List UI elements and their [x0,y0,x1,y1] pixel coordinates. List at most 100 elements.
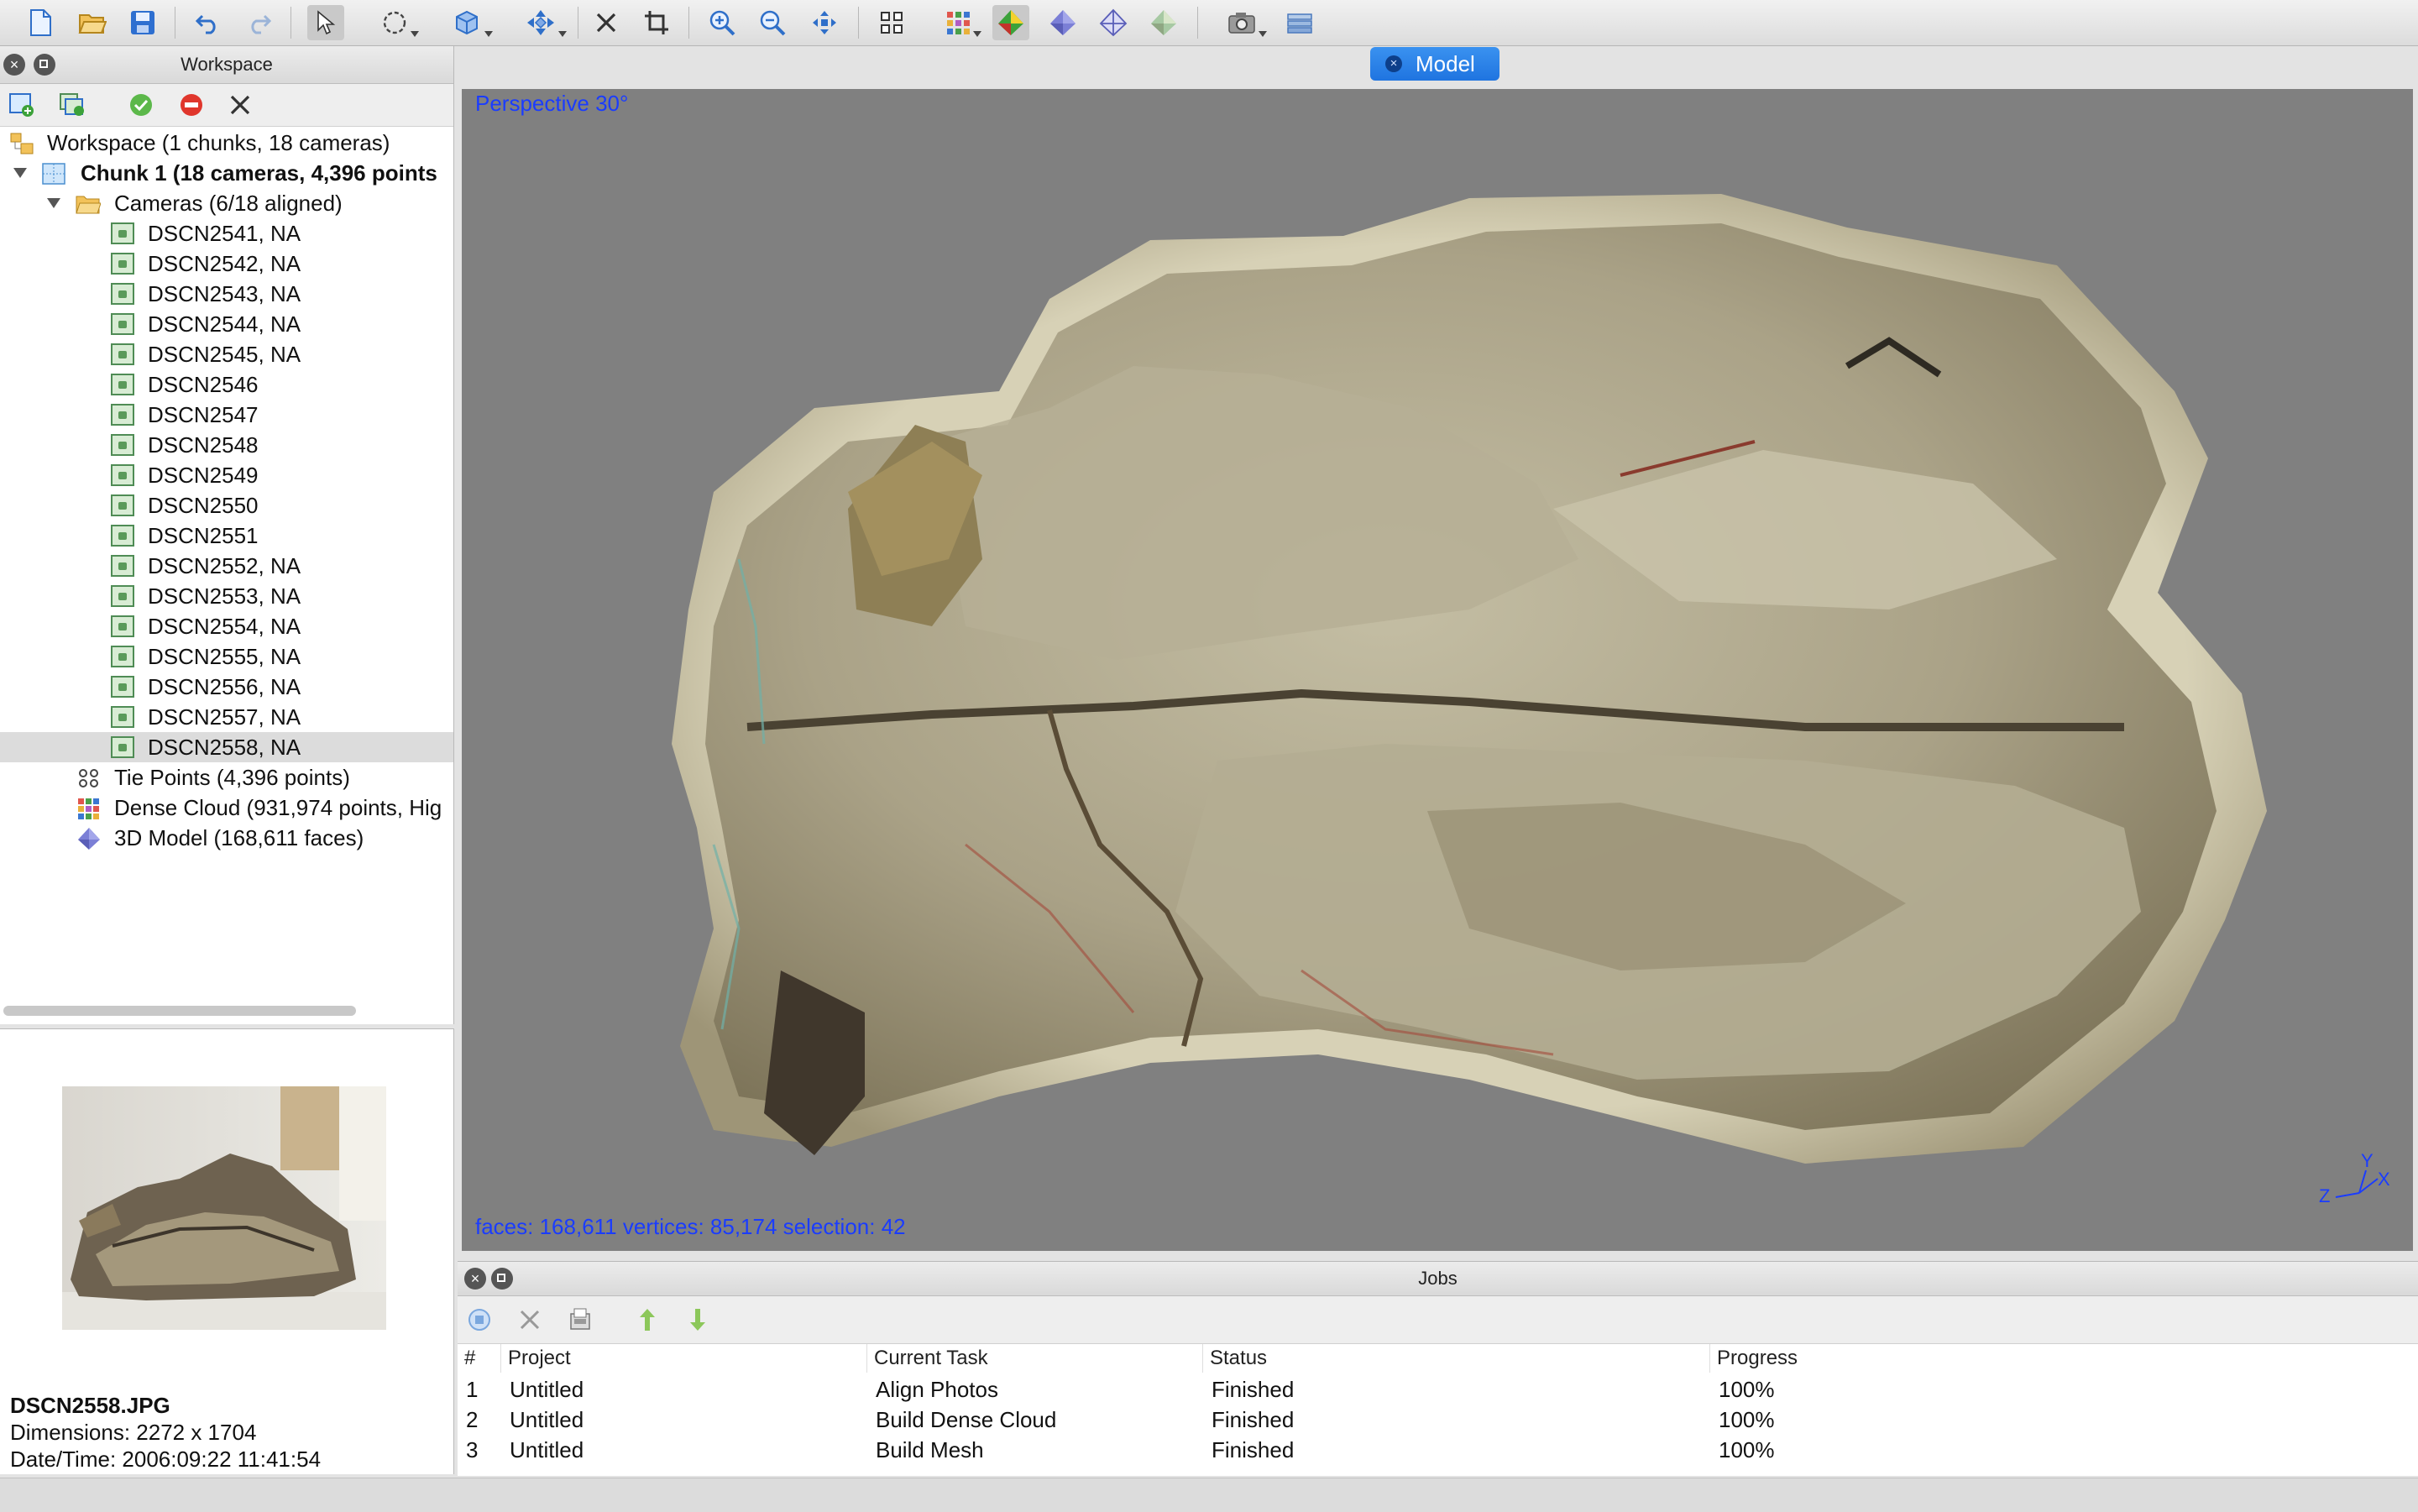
float-panel-icon[interactable] [491,1268,513,1290]
point-cloud-icon[interactable] [934,5,982,40]
camera-image-icon [111,343,134,365]
zoom-in-icon[interactable] [704,5,741,40]
move-object-icon[interactable] [514,5,568,40]
camera-label: DSCN2556, NA [148,674,301,699]
zoom-out-icon[interactable] [754,5,791,40]
close-icon[interactable]: × [464,1268,486,1290]
tree-item-camera[interactable]: DSCN2552, NA [0,551,453,581]
camera-label: DSCN2553, NA [148,583,301,609]
tree-item-camera[interactable]: DSCN2550 [0,490,453,521]
job-log-icon[interactable] [565,1305,595,1335]
jobs-panel: × Jobs # Project Current Task Status Pro… [458,1261,2418,1476]
show-cameras-icon[interactable] [873,5,910,40]
tree-item-camera[interactable]: DSCN2548 [0,430,453,460]
model-wireframe-icon[interactable] [1095,5,1132,40]
tree-item-dense-cloud[interactable]: Dense Cloud (931,974 points, Hig [0,793,453,823]
new-file-icon[interactable] [22,5,59,40]
tree-item-camera[interactable]: DSCN2549 [0,460,453,490]
pause-job-icon[interactable] [464,1305,495,1335]
delete-icon[interactable] [588,5,625,40]
model-viewport[interactable]: Perspective 30° faces: 168,611 vertices:… [462,89,2413,1251]
tab-model[interactable]: × Model [1370,47,1499,81]
rotate-selection-icon[interactable] [369,5,420,40]
tree-item-camera[interactable]: DSCN2546 [0,369,453,400]
model-shaded-icon[interactable] [992,5,1029,40]
model-textured-icon[interactable] [1145,5,1182,40]
tree-item-tie-points[interactable]: Tie Points (4,396 points) [0,762,453,793]
axis-z-label: Z [2319,1185,2331,1206]
undo-icon[interactable] [190,5,227,40]
open-folder-icon[interactable] [74,5,111,40]
tree-item-camera[interactable]: DSCN2551 [0,521,453,551]
tree-item-camera[interactable]: DSCN2557, NA [0,702,453,732]
column-header-current-task[interactable]: Current Task [867,1344,1203,1373]
job-number-cell: 2 [466,1407,479,1432]
job-progress-cell: 100% [1719,1377,1775,1402]
camera-image-icon [111,736,134,758]
add-chunk-icon[interactable] [7,91,37,119]
move-up-icon[interactable] [632,1305,662,1335]
axis-x-label: X [2378,1169,2390,1190]
tree-item-cameras[interactable]: Cameras (6/18 aligned) [0,188,453,218]
tree-item-camera[interactable]: DSCN2555, NA [0,641,453,672]
camera-label: DSCN2551 [148,523,259,548]
expand-arrow-icon[interactable] [47,198,60,208]
add-photos-icon[interactable] [57,91,87,119]
remove-item-icon[interactable] [225,91,255,119]
camera-label: DSCN2544, NA [148,311,301,337]
camera-label: DSCN2558, NA [148,735,301,760]
navigation-icon[interactable] [307,5,344,40]
tree-item-camera[interactable]: DSCN2541, NA [0,218,453,249]
tree-item-camera[interactable]: DSCN2542, NA [0,249,453,279]
column-header-status[interactable]: Status [1203,1344,1710,1373]
workspace-icon [10,132,34,154]
expand-arrow-icon[interactable] [13,168,27,178]
tree-item-camera[interactable]: DSCN2554, NA [0,611,453,641]
tree-item-camera[interactable]: DSCN2544, NA [0,309,453,339]
tree-item-camera[interactable]: DSCN2547 [0,400,453,430]
chunk-icon [42,162,65,185]
job-task-cell: Build Mesh [876,1437,984,1462]
model-solid-icon[interactable] [1044,5,1081,40]
redo-icon[interactable] [240,5,277,40]
tab-model-label: Model [1416,51,1475,76]
camera-image-icon [111,222,134,244]
tree-item-camera[interactable]: DSCN2545, NA [0,339,453,369]
camera-image-icon [111,555,134,577]
cancel-job-icon[interactable] [515,1305,545,1335]
model-stats: faces: 168,611 vertices: 85,174 selectio… [475,1214,906,1239]
job-status-cell: Finished [1212,1407,1295,1432]
close-tab-icon[interactable]: × [1385,55,1402,72]
tree-item-camera[interactable]: DSCN2553, NA [0,581,453,611]
float-panel-icon[interactable] [34,54,55,76]
column-header-progress[interactable]: Progress [1710,1344,2412,1373]
tree-item-workspace[interactable]: Workspace (1 chunks, 18 cameras) [0,128,453,158]
move-down-icon[interactable] [683,1305,713,1335]
camera-image-icon [111,525,134,547]
camera-image-icon [111,313,134,335]
camera-label: DSCN2550 [148,493,259,518]
crop-icon[interactable] [638,5,675,40]
ortho-icon[interactable] [1281,5,1318,40]
tree-item-camera[interactable]: DSCN2558, NA [0,732,453,762]
job-status-cell: Finished [1212,1437,1295,1462]
dense-cloud-icon [77,797,101,819]
save-icon[interactable] [124,5,161,40]
column-header-number[interactable]: # [458,1344,501,1373]
tree-item-camera[interactable]: DSCN2556, NA [0,672,453,702]
tree-item-3d-model[interactable]: 3D Model (168,611 faces) [0,823,453,853]
job-number-cell: 3 [466,1437,479,1462]
close-icon[interactable]: × [3,54,25,76]
enable-icon[interactable] [126,91,156,119]
tree-item-camera[interactable]: DSCN2543, NA [0,279,453,309]
capture-view-icon[interactable] [1216,5,1268,40]
tree-item-chunk[interactable]: Chunk 1 (18 cameras, 4,396 points [0,158,453,188]
camera-image-icon [111,283,134,305]
job-project-cell: Untitled [510,1437,584,1462]
reset-view-icon[interactable] [806,5,843,40]
horizontal-scrollbar[interactable] [3,1006,356,1016]
camera-image-icon [111,676,134,698]
column-header-project[interactable]: Project [501,1344,867,1373]
disable-icon[interactable] [176,91,207,119]
region-icon[interactable] [440,5,494,40]
